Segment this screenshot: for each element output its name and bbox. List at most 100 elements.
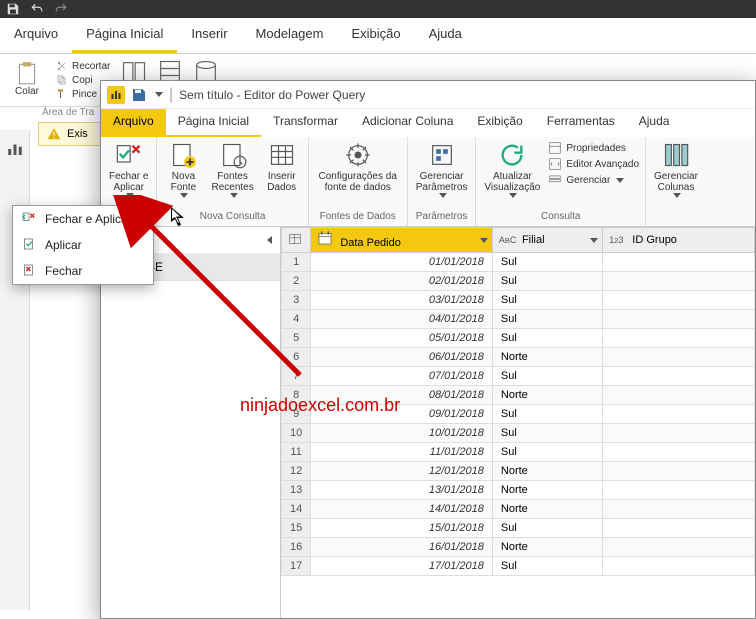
cell-idgrupo[interactable] (603, 272, 755, 291)
cell-date[interactable]: 02/01/2018 (311, 272, 493, 291)
cell-idgrupo[interactable] (603, 367, 755, 386)
row-number[interactable]: 15 (282, 519, 311, 538)
cell-filial[interactable]: Sul (492, 367, 602, 386)
table-row[interactable]: 14 14/01/2018 Norte (282, 500, 755, 519)
config-fonte-button[interactable]: Configurações da fonte de dados (313, 139, 403, 195)
cell-filial[interactable]: Sul (492, 557, 602, 576)
cell-date[interactable]: 14/01/2018 (311, 500, 493, 519)
cell-idgrupo[interactable] (603, 405, 755, 424)
qa-dropdown-icon[interactable] (155, 92, 163, 97)
cell-idgrupo[interactable] (603, 253, 755, 272)
cell-date[interactable]: 04/01/2018 (311, 310, 493, 329)
filter-dropdown-icon[interactable] (478, 234, 488, 246)
menu-aplicar[interactable]: Aplicar (13, 232, 153, 258)
cell-idgrupo[interactable] (603, 386, 755, 405)
col-filial[interactable]: ABC Filial (492, 228, 602, 253)
pq-tab-exibicao[interactable]: Exibição (465, 109, 534, 137)
cell-filial[interactable]: Norte (492, 500, 602, 519)
cell-idgrupo[interactable] (603, 310, 755, 329)
cell-idgrupo[interactable] (603, 462, 755, 481)
cell-filial[interactable]: Sul (492, 405, 602, 424)
row-number[interactable]: 11 (282, 443, 311, 462)
row-corner[interactable] (282, 228, 311, 253)
col-data-pedido[interactable]: Data Pedido (311, 228, 493, 253)
propriedades-button[interactable]: Propriedades (548, 141, 639, 155)
pq-tab-ferramentas[interactable]: Ferramentas (535, 109, 627, 137)
cell-idgrupo[interactable] (603, 538, 755, 557)
row-number[interactable]: 5 (282, 329, 311, 348)
cell-date[interactable]: 12/01/2018 (311, 462, 493, 481)
cell-filial[interactable]: Norte (492, 462, 602, 481)
fontes-recentes-button[interactable]: Fontes Recentes (207, 139, 257, 200)
cell-filial[interactable]: Sul (492, 253, 602, 272)
row-number[interactable]: 16 (282, 538, 311, 557)
row-number[interactable]: 4 (282, 310, 311, 329)
pq-tab-pagina-inicial[interactable]: Página Inicial (166, 109, 261, 137)
table-row[interactable]: 15 15/01/2018 Sul (282, 519, 755, 538)
tab-ajuda[interactable]: Ajuda (415, 18, 476, 53)
row-number[interactable]: 8 (282, 386, 311, 405)
cell-filial[interactable]: Norte (492, 538, 602, 557)
paste-button[interactable]: Colar (8, 58, 46, 102)
table-area[interactable]: Data Pedido ABC Filial 123 ID Grupo (281, 227, 755, 618)
inserir-dados-button[interactable]: Inserir Dados (260, 139, 304, 195)
table-row[interactable]: 11 11/01/2018 Sul (282, 443, 755, 462)
col-id-grupo[interactable]: 123 ID Grupo (603, 228, 755, 253)
cell-idgrupo[interactable] (603, 424, 755, 443)
cell-date[interactable]: 08/01/2018 (311, 386, 493, 405)
pq-tab-transformar[interactable]: Transformar (261, 109, 350, 137)
pq-tab-ajuda[interactable]: Ajuda (627, 109, 682, 137)
cell-date[interactable]: 15/01/2018 (311, 519, 493, 538)
table-row[interactable]: 1 01/01/2018 Sul (282, 253, 755, 272)
cell-filial[interactable]: Sul (492, 329, 602, 348)
undo-icon[interactable] (30, 2, 44, 16)
cell-date[interactable]: 09/01/2018 (311, 405, 493, 424)
gerenciar-button[interactable]: Gerenciar (548, 173, 639, 187)
table-row[interactable]: 16 16/01/2018 Norte (282, 538, 755, 557)
table-row[interactable]: 6 06/01/2018 Norte (282, 348, 755, 367)
cell-date[interactable]: 03/01/2018 (311, 291, 493, 310)
save-icon[interactable] (6, 2, 20, 16)
menu-fechar-aplicar[interactable]: Fechar e Aplicar (13, 206, 153, 232)
cell-date[interactable]: 06/01/2018 (311, 348, 493, 367)
tab-pagina-inicial[interactable]: Página Inicial (72, 18, 177, 53)
table-row[interactable]: 3 03/01/2018 Sul (282, 291, 755, 310)
menu-fechar[interactable]: Fechar (13, 258, 153, 284)
tab-modelagem[interactable]: Modelagem (242, 18, 338, 53)
cell-idgrupo[interactable] (603, 291, 755, 310)
save-icon[interactable] (131, 87, 147, 103)
tab-arquivo[interactable]: Arquivo (0, 18, 72, 53)
cell-idgrupo[interactable] (603, 443, 755, 462)
row-number[interactable]: 17 (282, 557, 311, 576)
cell-date[interactable]: 07/01/2018 (311, 367, 493, 386)
cell-date[interactable]: 16/01/2018 (311, 538, 493, 557)
table-row[interactable]: 8 08/01/2018 Norte (282, 386, 755, 405)
tab-exibicao[interactable]: Exibição (337, 18, 414, 53)
cell-date[interactable]: 13/01/2018 (311, 481, 493, 500)
row-number[interactable]: 6 (282, 348, 311, 367)
cell-filial[interactable]: Norte (492, 386, 602, 405)
gerenciar-parametros-button[interactable]: Gerenciar Parâmetros (412, 139, 472, 200)
editor-avancado-button[interactable]: Editor Avançado (548, 157, 639, 171)
cell-filial[interactable]: Norte (492, 348, 602, 367)
row-number[interactable]: 14 (282, 500, 311, 519)
cell-filial[interactable]: Sul (492, 519, 602, 538)
cell-filial[interactable]: Sul (492, 291, 602, 310)
table-row[interactable]: 5 05/01/2018 Sul (282, 329, 755, 348)
row-number[interactable]: 12 (282, 462, 311, 481)
table-row[interactable]: 10 10/01/2018 Sul (282, 424, 755, 443)
cell-filial[interactable]: Sul (492, 443, 602, 462)
table-row[interactable]: 9 09/01/2018 Sul (282, 405, 755, 424)
cell-idgrupo[interactable] (603, 481, 755, 500)
row-number[interactable]: 9 (282, 405, 311, 424)
cell-idgrupo[interactable] (603, 500, 755, 519)
cell-idgrupo[interactable] (603, 348, 755, 367)
cell-idgrupo[interactable] (603, 557, 755, 576)
cell-idgrupo[interactable] (603, 329, 755, 348)
filter-dropdown-icon[interactable] (588, 234, 598, 246)
cell-idgrupo[interactable] (603, 519, 755, 538)
row-number[interactable]: 3 (282, 291, 311, 310)
row-number[interactable]: 13 (282, 481, 311, 500)
cell-filial[interactable]: Norte (492, 481, 602, 500)
table-row[interactable]: 2 02/01/2018 Sul (282, 272, 755, 291)
